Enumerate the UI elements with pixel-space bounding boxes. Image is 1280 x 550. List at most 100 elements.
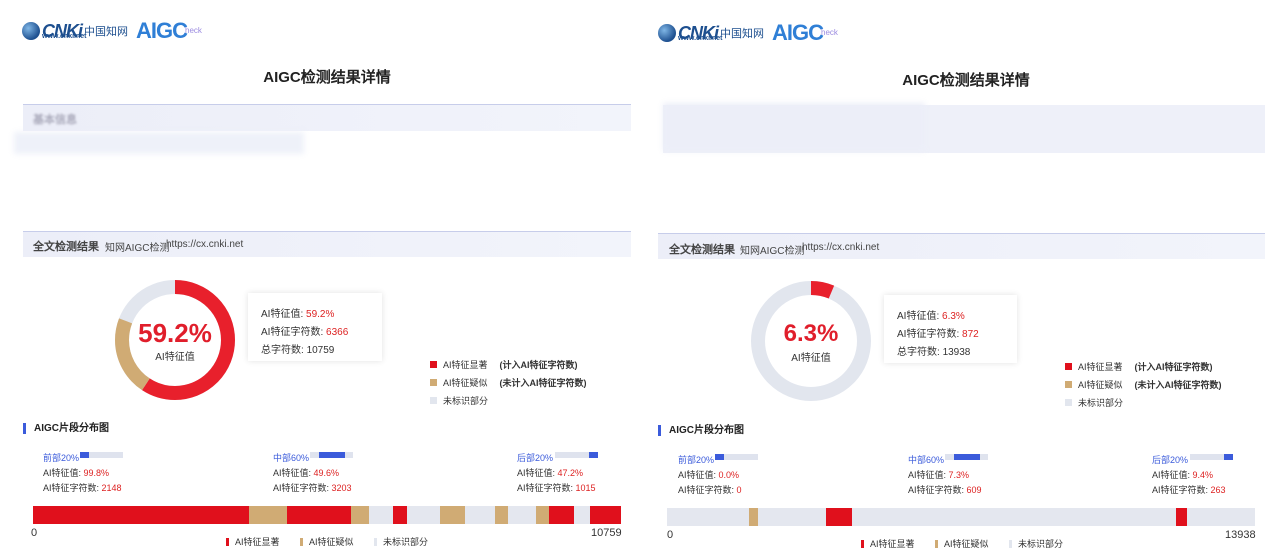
cnki-logo: CNKi 中国知网 AIGC heck	[22, 18, 202, 44]
ai-suspect-block	[248, 506, 287, 524]
full-result-label: 全文检测结果	[33, 241, 99, 253]
segment-back-ai-chars: AI特征字符数: 1015	[517, 483, 596, 493]
legend-swatch	[226, 537, 229, 546]
segment-back-ai-chars: AI特征字符数: 263	[1152, 485, 1226, 495]
aigc-logo: AIGC	[136, 18, 188, 44]
segment-front-ai-value: AI特征值: 0.0%	[678, 470, 740, 480]
logo-url: www.cnki.net	[42, 33, 87, 40]
segment-middle-head: 中部60%	[273, 453, 310, 463]
segment-front-bar-fill	[715, 454, 724, 460]
ai-significant-block	[549, 506, 574, 524]
page-title: AIGC检测结果详情	[902, 72, 1030, 89]
bottom-legend-significant: AI特征显著	[861, 537, 915, 550]
segment-front-head: 前部20%	[43, 453, 80, 463]
distribution-title: AIGC片段分布图	[658, 425, 744, 436]
segment-back-bar	[1190, 454, 1233, 460]
stat-ai-chars: AI特征字符数: 6366	[261, 327, 349, 338]
bottom-legend-suspect: AI特征疑似	[935, 537, 989, 550]
full-result-label: 全文检测结果	[669, 244, 735, 256]
ai-significant-block	[287, 506, 352, 524]
segment-front-ai-chars: AI特征字符数: 2148	[43, 483, 122, 493]
segment-front-ai-chars: AI特征字符数: 0	[678, 485, 742, 495]
segment-middle-head: 中部60%	[908, 455, 945, 465]
legend-swatch	[1065, 399, 1072, 406]
full-result-sub: 知网AIGC检测	[105, 243, 170, 254]
segment-back-ai-value: AI特征值: 9.4%	[1152, 470, 1214, 480]
segment-front-bar	[80, 452, 123, 458]
logo-url: www.cnki.net	[678, 35, 723, 42]
axis-start: 0	[667, 529, 674, 541]
basic-info-label: 基本信息	[33, 114, 77, 126]
logo-check: heck	[821, 27, 838, 37]
distribution-track	[33, 506, 621, 524]
logo-cn: 中国知网	[720, 27, 764, 40]
legend-unmarked: 未标识部分	[1065, 396, 1123, 409]
bottom-legend-unmarked: 未标识部分	[1009, 537, 1063, 550]
segment-middle-ai-chars: AI特征字符数: 3203	[273, 483, 352, 493]
ai-suspect-block	[440, 506, 466, 524]
segment-middle-bar-fill	[319, 452, 345, 458]
redacted-area	[663, 103, 925, 151]
distribution-track	[667, 508, 1255, 526]
ai-significant-block	[589, 506, 621, 524]
axis-end: 10759	[591, 527, 622, 539]
globe-icon	[22, 22, 40, 40]
legend-swatch	[1065, 381, 1072, 388]
legend-swatch	[300, 537, 303, 546]
ai-significant-block	[392, 506, 407, 524]
segment-front-ai-value: AI特征值: 99.8%	[43, 468, 110, 478]
segment-back-bar	[555, 452, 598, 458]
ai-suspect-block	[494, 506, 509, 524]
segment-back-bar-fill	[589, 452, 598, 458]
full-result-url[interactable]: https://cx.cnki.net	[802, 242, 879, 253]
bottom-legend-suspect: AI特征疑似	[300, 535, 354, 548]
segment-middle-ai-value: AI特征值: 49.6%	[273, 468, 340, 478]
segment-back-head: 后部20%	[517, 453, 554, 463]
ai-significant-block	[825, 508, 852, 526]
ai-significant-block	[1175, 508, 1187, 526]
ai-suspect-block	[748, 508, 759, 526]
legend-ai-suspect: AI特征疑似 (未计入AI特征字符数)	[1065, 378, 1222, 391]
page-title: AIGC检测结果详情	[263, 69, 391, 86]
report-panel-left: CNKi 中国知网 AIGC heck www.cnki.net AIGC检测结…	[0, 0, 640, 550]
legend-ai-significant: AI特征显著 (计入AI特征字符数)	[430, 358, 578, 371]
distribution-title: AIGC片段分布图	[23, 423, 109, 434]
legend-swatch	[935, 539, 938, 548]
segment-front-bar-fill	[80, 452, 89, 458]
axis-end: 13938	[1225, 529, 1256, 541]
legend-swatch	[430, 397, 437, 404]
ai-suspect-block	[536, 506, 550, 524]
aigc-logo-text: AIGC	[772, 20, 824, 45]
donut-caption: AI特征值	[791, 353, 831, 364]
ai-significant-block	[33, 506, 249, 524]
full-result-sub: 知网AIGC检测	[740, 246, 805, 257]
segment-middle-bar	[945, 454, 988, 460]
donut-percent: 59.2%	[138, 318, 212, 348]
legend-swatch	[861, 539, 864, 548]
segment-middle-ai-value: AI特征值: 7.3%	[908, 470, 970, 480]
legend-swatch	[374, 537, 377, 546]
redacted-area	[14, 132, 304, 154]
legend-ai-suspect: AI特征疑似 (未计入AI特征字符数)	[430, 376, 587, 389]
axis-start: 0	[31, 527, 38, 539]
legend-swatch	[430, 361, 437, 368]
bottom-legend-significant: AI特征显著	[226, 535, 280, 548]
logo-check: heck	[185, 25, 202, 35]
logo-cn: 中国知网	[84, 25, 128, 38]
legend-ai-significant: AI特征显著 (计入AI特征字符数)	[1065, 360, 1213, 373]
legend-swatch	[1009, 539, 1012, 548]
stat-ai-chars: AI特征字符数: 872	[897, 329, 979, 340]
legend-unmarked: 未标识部分	[430, 394, 488, 407]
segment-back-ai-value: AI特征值: 47.2%	[517, 468, 584, 478]
globe-icon	[658, 24, 676, 42]
segment-front-head: 前部20%	[678, 455, 715, 465]
full-result-url[interactable]: https://cx.cnki.net	[166, 239, 243, 250]
legend-swatch	[1065, 363, 1072, 370]
ai-suspect-block	[351, 506, 370, 524]
bottom-legend-unmarked: 未标识部分	[374, 535, 428, 548]
segment-back-head: 后部20%	[1152, 455, 1189, 465]
segment-middle-bar	[310, 452, 353, 458]
stat-ai-value: AI特征值: 6.3%	[897, 311, 965, 322]
basic-info-strip	[23, 104, 631, 131]
aigc-logo-text: AIGC	[136, 18, 188, 43]
